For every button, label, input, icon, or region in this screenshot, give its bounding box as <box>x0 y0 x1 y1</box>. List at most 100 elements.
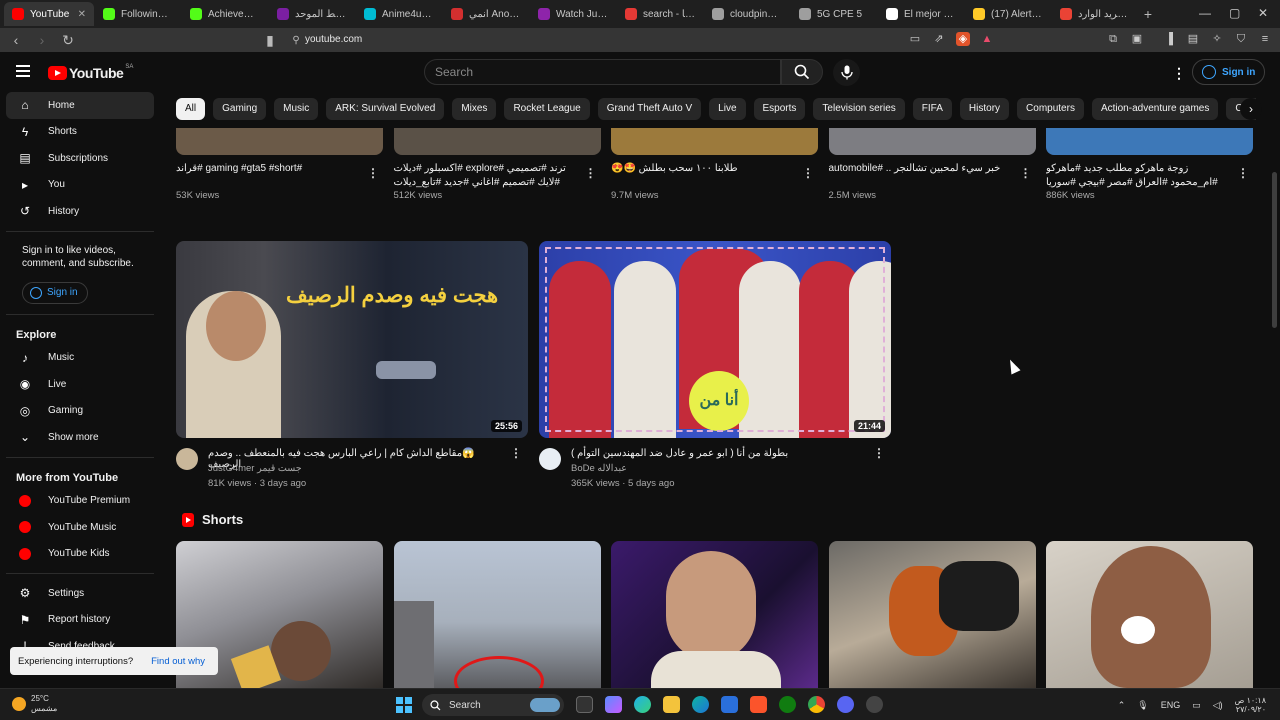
sidebar-item-shorts[interactable]: ϟ Shorts <box>0 119 160 146</box>
discord-icon[interactable] <box>837 696 854 713</box>
maximize-button[interactable]: ▢ <box>1229 6 1240 20</box>
chips-next-icon[interactable]: › <box>1240 98 1262 120</box>
video-thumbnail[interactable] <box>611 128 818 155</box>
browser-tab[interactable]: (17) Alert Box / <box>965 2 1051 26</box>
video-thumbnail[interactable]: أنا من 21:44 <box>539 241 891 438</box>
search-button[interactable] <box>781 59 823 85</box>
sidebar-item-youtube-premium[interactable]: YouTube Premium <box>0 488 160 515</box>
browser-tab[interactable]: search - سينما <box>617 2 703 26</box>
chip-mixes[interactable]: Mixes <box>452 98 497 120</box>
edge-dev-icon[interactable] <box>692 696 709 713</box>
task-view-icon[interactable] <box>576 696 593 713</box>
leo-icon[interactable]: ✧ <box>1210 32 1224 46</box>
sidebar-toggle-icon[interactable]: ▐ <box>1162 32 1176 46</box>
cast-icon[interactable]: ▭ <box>908 32 922 46</box>
voice-search-button[interactable] <box>833 59 860 86</box>
video-card[interactable]: خبر سيء لمحبين تشالنجر .. #automobile 2.5… <box>828 128 1036 201</box>
browser-tab[interactable]: البريد الوارد - Lui <box>1052 2 1138 26</box>
xbox-icon[interactable] <box>779 696 796 713</box>
video-title[interactable]: زوجة ماهركو مطلب جديد #ماهركو #ام_محمود … <box>1046 162 1253 190</box>
microphone-tray-icon[interactable]: 🎙 <box>1137 700 1148 711</box>
find-out-why-link[interactable]: Find out why <box>151 656 205 667</box>
channel-name[interactable]: BoDe عبدالاله <box>571 463 627 474</box>
new-tab-button[interactable]: + <box>1138 6 1158 22</box>
video-card[interactable]: طلابنا ١٠٠ سحب بطلش 🤩😍 9.7M views ⋮ <box>611 128 818 201</box>
extensions-icon[interactable]: ⧉ <box>1106 32 1120 46</box>
chip-all[interactable]: All <box>176 98 206 120</box>
url-field[interactable]: youtube.com <box>305 34 362 45</box>
close-window-button[interactable]: ✕ <box>1258 6 1268 20</box>
brave-rewards-icon[interactable]: ▲ <box>980 32 994 46</box>
short-thumbnail[interactable] <box>394 541 601 688</box>
taskbar-search[interactable]: Search <box>422 694 564 716</box>
video-thumbnail[interactable]: هجت فيه وصدم الرصيف 25:56 <box>176 241 528 438</box>
sign-in-button[interactable]: Sign in <box>1192 59 1266 85</box>
close-tab-icon[interactable]: ✕ <box>78 9 86 20</box>
browser-tab[interactable]: cloudping.info <box>704 2 790 26</box>
more-options-icon[interactable]: ⋮ <box>585 166 597 180</box>
tray-chevron-icon[interactable]: ⌃ <box>1118 700 1126 711</box>
vpn-icon[interactable]: ⛉ <box>1234 32 1248 46</box>
sidebar-item-subscriptions[interactable]: ▤ Subscriptions <box>0 145 160 172</box>
channel-name[interactable]: JustG4mer جست قيمر <box>208 463 302 474</box>
sidebar-item-youtube-music[interactable]: YouTube Music <box>0 514 160 541</box>
video-card[interactable]: ترند #تصميمي #explore #اكسبلور #ديلات #ل… <box>393 128 601 201</box>
site-info-icon[interactable]: ⚲ <box>286 35 306 46</box>
video-title[interactable]: طلابنا ١٠٠ سحب بطلش 🤩😍 <box>611 162 818 190</box>
browser-tab[interactable]: El mejor softwa <box>878 2 964 26</box>
weather-widget[interactable]: 25°C مشمس <box>12 694 57 714</box>
menu-icon[interactable] <box>16 65 30 77</box>
sidebar-item-gaming[interactable]: ◎ Gaming <box>0 398 160 425</box>
store-icon[interactable] <box>721 696 738 713</box>
minimize-button[interactable]: — <box>1199 6 1211 20</box>
menu-icon[interactable]: ≡ <box>1258 32 1272 46</box>
windows-start-icon[interactable] <box>396 697 412 713</box>
brave-shield-icon[interactable]: ◈ <box>956 32 970 46</box>
reader-icon[interactable]: ▣ <box>1130 32 1144 46</box>
chrome-icon[interactable] <box>808 696 825 713</box>
video-title[interactable]: بطولة من أنا ( ابو عمر و عادل ضد المهندس… <box>571 448 867 459</box>
page-scrollbar[interactable] <box>1270 52 1280 688</box>
youtube-logo[interactable]: YouTube SA <box>48 64 133 81</box>
more-options-icon[interactable]: ⋮ <box>802 166 814 180</box>
scrollbar-thumb[interactable] <box>1272 172 1277 328</box>
chip-ark-survival-evolved[interactable]: ARK: Survival Evolved <box>326 98 445 120</box>
sidebar-item-show-more[interactable]: ⌄ Show more <box>0 424 160 451</box>
clock[interactable]: ١٠:١٨ ص ٢٧/٠٩/٢٠ <box>1235 696 1266 714</box>
sidebar-item-settings[interactable]: ⚙ Settings <box>0 580 160 607</box>
sidebar-sign-in-button[interactable]: Sign in <box>22 281 88 304</box>
reload-icon[interactable]: ↻ <box>58 32 78 49</box>
sidebar-item-youtube-kids[interactable]: YouTube Kids <box>0 541 160 568</box>
chip-gaming[interactable]: Gaming <box>213 98 267 120</box>
settings-menu-icon[interactable]: ⋮ <box>1172 65 1186 82</box>
browser-tab[interactable]: Anime4up | أنمي <box>356 2 442 26</box>
browser-tab[interactable]: انمي Anoubinbou <box>443 2 529 26</box>
sidebar-item-history[interactable]: ↺ History <box>0 198 160 225</box>
channel-avatar[interactable] <box>539 448 561 470</box>
brave-icon[interactable] <box>750 696 767 713</box>
video-card[interactable]: زوجة ماهركو مطلب جديد #ماهركو #ام_محمود … <box>1046 128 1253 201</box>
channel-avatar[interactable] <box>176 448 198 470</box>
browser-tab[interactable]: Watch Jujutsu K <box>530 2 616 26</box>
sidebar-item-you[interactable]: ▸ You <box>0 172 160 199</box>
forward-icon[interactable]: › <box>32 32 52 48</box>
chip-rocket-league[interactable]: Rocket League <box>504 98 590 120</box>
search-input[interactable]: Search <box>424 59 781 85</box>
chip-grand-theft-auto-v[interactable]: Grand Theft Auto V <box>597 98 702 120</box>
video-card[interactable]: أنا من 21:44 بطولة من أنا ( ابو عمر و عادل… <box>539 241 891 489</box>
short-thumbnail[interactable] <box>829 541 1036 688</box>
sidebar-item-home[interactable]: ⌂ Home <box>6 92 154 119</box>
sidebar-item-live[interactable]: ◉ Live <box>0 371 160 398</box>
edge-icon[interactable] <box>634 696 651 713</box>
back-icon[interactable]: ‹ <box>6 32 26 48</box>
network-icon[interactable]: ▭ <box>1192 700 1201 711</box>
chip-fifa[interactable]: FIFA <box>912 98 952 120</box>
video-title[interactable]: خبر سيء لمحبين تشالنجر .. #automobile <box>829 162 1036 190</box>
video-card[interactable]: هجت فيه وصدم الرصيف 25:56 😱مقاطع الداش كام… <box>176 241 528 489</box>
wallet-icon[interactable]: ▤ <box>1186 32 1200 46</box>
video-card[interactable]: #gaming #gta5 #short #قراند 53K views ⋮ <box>176 128 383 201</box>
short-thumbnail[interactable] <box>1046 541 1253 688</box>
more-options-icon[interactable]: ⋮ <box>1237 166 1249 180</box>
chip-esports[interactable]: Esports <box>753 98 806 120</box>
chip-history[interactable]: History <box>959 98 1010 120</box>
